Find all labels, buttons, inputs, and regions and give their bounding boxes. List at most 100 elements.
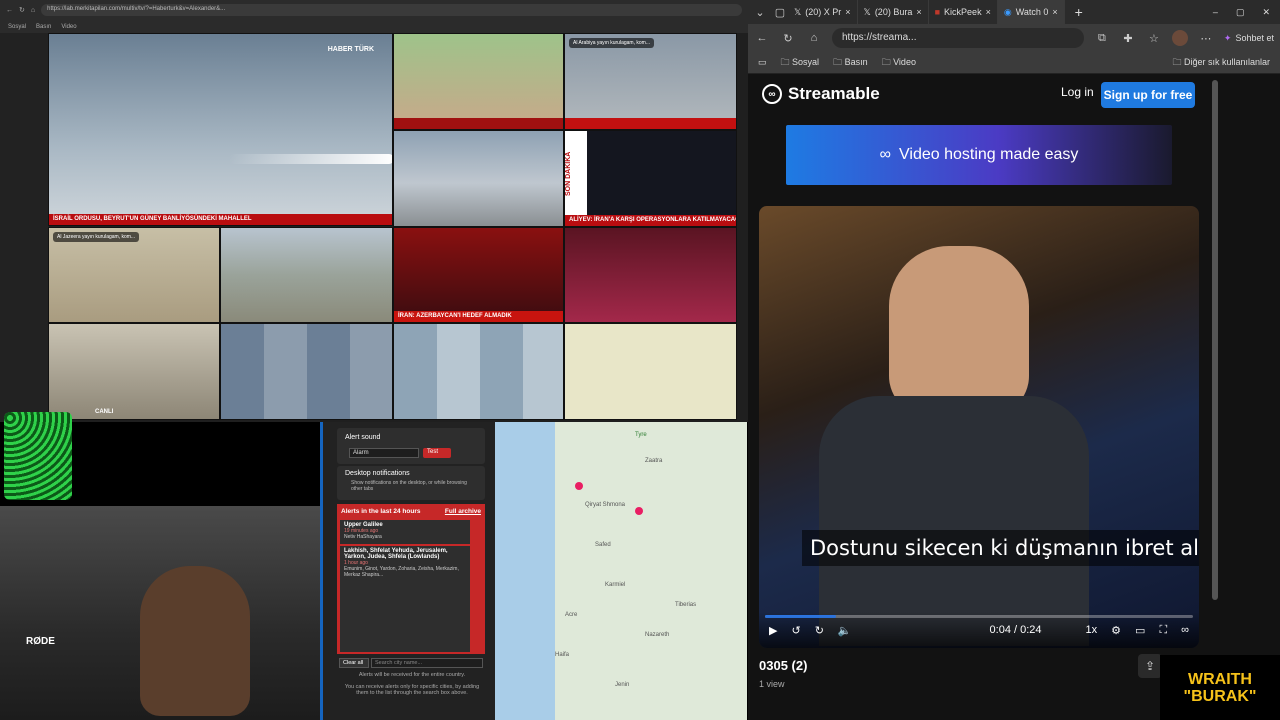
video-player[interactable]: Dostunu sikecen ki düşmanın ibret alsın … — [759, 206, 1199, 648]
signup-button[interactable]: Sign up for free — [1101, 82, 1195, 108]
close-icon[interactable]: × — [1052, 7, 1057, 17]
refresh-icon[interactable]: ↻ — [19, 6, 25, 14]
map-label: Jenin — [615, 682, 630, 688]
view-count: 1 view — [759, 679, 785, 689]
refresh-icon[interactable]: ↻ — [780, 30, 796, 46]
promo-text: Video hosting made easy — [899, 146, 1079, 163]
playback-speed-button[interactable]: 1x — [1086, 624, 1098, 636]
fullscreen-icon[interactable]: ⛶ — [1159, 624, 1167, 637]
promo-banner[interactable]: ∞ Video hosting made easy — [786, 125, 1172, 185]
tv-tile-studio[interactable]: İRAN: AZERBAYCAN'I HEDEF ALMADIK — [393, 227, 564, 323]
map-pin-icon[interactable] — [635, 507, 643, 515]
tab-x-1[interactable]: 𝕏 (20) X Pr × — [788, 0, 858, 24]
map-view[interactable]: Tyre Zaatra Qiryat Shmona Safed Karmiel … — [495, 422, 747, 720]
copilot-chat-button[interactable]: ✦ Sohbet et — [1224, 33, 1274, 44]
other-bookmarks[interactable]: 🗀 Diğer sık kullanılanlar — [1172, 55, 1270, 71]
person-body — [819, 396, 1089, 646]
streamable-logo-icon: ∞ — [762, 84, 782, 104]
tv-tile-alarabiya[interactable]: Al Arabiya yayın kurulagam, kom... — [564, 33, 737, 130]
page-scrollbar[interactable] — [1212, 80, 1218, 600]
reading-list-icon[interactable]: ▭ — [758, 57, 767, 68]
back-icon[interactable]: ← — [754, 30, 770, 46]
extensions-puzzle-icon[interactable]: ✚ — [1120, 30, 1136, 46]
tab-actions-icon[interactable]: ⌄ — [752, 4, 768, 20]
streamable-icon: ◉ — [1003, 6, 1012, 17]
bookmark-video[interactable]: 🗀 Video — [882, 55, 916, 71]
webcam-feed: RØDE — [0, 506, 320, 720]
tv-tile-son-dakika[interactable]: SON DAKİKA ALİYEV: İRAN'A KARŞI OPERASYO… — [564, 130, 737, 227]
chat-button-label: Sohbet et — [1235, 33, 1274, 43]
desktop-notifications-label[interactable]: Desktop notifications — [345, 470, 410, 477]
left-browser-window: ← ↻ ⌂ https://lab.merkitapilan.com/multi… — [0, 0, 748, 422]
streamable-page: ∞ Streamable Log in Sign up for free ∞ V… — [748, 74, 1280, 720]
clear-all-button[interactable]: Clear all — [339, 658, 369, 668]
workspaces-icon[interactable]: ▢ — [772, 4, 788, 20]
bookmark-sosyal[interactable]: 🗀 Sosyal — [781, 55, 820, 71]
video-subtitle: Dostunu sikecen ki düşmanın ibret alsın — [802, 530, 1199, 566]
tv-tile-canli[interactable]: CANLI — [48, 323, 220, 420]
window-close-icon[interactable]: ✕ — [1262, 7, 1270, 18]
tab-kickpeek[interactable]: ■ KickPeek × — [929, 0, 998, 24]
tv-tile-haberturk[interactable]: HABER TÜRK İSRAİL ORDUSU, BEYRUT'UN GÜNE… — [48, 33, 393, 226]
alert-item[interactable]: Lakhish, Shfelat Yehuda, Jerusalem, Yark… — [340, 546, 470, 652]
share-icon[interactable]: ⇪ — [1138, 654, 1162, 678]
tv-tile-4[interactable] — [393, 130, 564, 227]
close-icon[interactable]: × — [845, 7, 850, 17]
left-url-field[interactable]: https://lab.merkitapilan.com/multiv/tv/?… — [41, 4, 742, 16]
new-tab-icon[interactable]: + — [1075, 4, 1083, 20]
alerts-title: Alerts in the last 24 hours — [341, 507, 421, 515]
streamable-promo-icon: ∞ — [879, 146, 891, 163]
rewind-icon[interactable]: ↺ — [791, 624, 800, 637]
alert-sound-label[interactable]: Alert sound — [345, 434, 380, 441]
streamable-small-icon[interactable]: ∞ — [1181, 624, 1189, 636]
sound-select[interactable]: Alarm — [349, 448, 419, 458]
minimize-icon[interactable]: – — [1213, 7, 1218, 18]
address-bar[interactable]: https://streama... — [832, 28, 1084, 48]
bookmark-basin[interactable]: Basın — [36, 24, 51, 30]
tv-tile-multicam-2[interactable] — [393, 323, 564, 420]
tv-tile-2[interactable] — [393, 33, 564, 130]
map-label: Safed — [595, 542, 611, 548]
login-button[interactable]: Log in — [1061, 85, 1094, 99]
tv-tile-6[interactable] — [220, 227, 393, 323]
bookmark-basin[interactable]: 🗀 Basın — [833, 55, 868, 71]
play-icon[interactable]: ▶ — [769, 624, 777, 637]
tab-streamable[interactable]: ◉ Watch 0 × — [997, 0, 1065, 24]
tab-bar: ⌄ ▢ 𝕏 (20) X Pr × 𝕏 (20) Bura × ■ KickPeek × ◉… — [748, 0, 1280, 24]
news-ticker — [394, 118, 563, 129]
settings-gear-icon[interactable]: ⚙ — [1111, 624, 1121, 637]
left-address-bar: ← ↻ ⌂ https://lab.merkitapilan.com/multi… — [0, 0, 748, 20]
bookmark-sosyal[interactable]: Sosyal — [8, 24, 26, 30]
tab-x-2[interactable]: 𝕏 (20) Bura × — [858, 0, 929, 24]
tv-tile-multicam[interactable] — [220, 323, 393, 420]
close-icon[interactable]: × — [916, 7, 921, 17]
map-label: Qiryat Shmona — [585, 502, 626, 508]
home-icon[interactable]: ⌂ — [806, 30, 822, 46]
extension-icon[interactable]: ⧉ — [1094, 30, 1110, 46]
map-pin-icon[interactable] — [575, 482, 583, 490]
theater-mode-icon[interactable]: ▭ — [1135, 624, 1145, 637]
maximize-icon[interactable]: ▢ — [1236, 7, 1245, 18]
streamable-logo[interactable]: ∞ Streamable — [762, 84, 880, 104]
alert-region: Lakhish, Shfelat Yehuda, Jerusalem, Yark… — [344, 548, 448, 560]
full-archive-link[interactable]: Full archive — [445, 508, 481, 515]
tv-tile-8[interactable] — [564, 227, 737, 323]
alert-item[interactable]: Upper Galilee 19 minutes ago Netiv HaSha… — [340, 520, 470, 544]
favorites-icon[interactable]: ☆ — [1146, 30, 1162, 46]
alerts-header: Alerts in the last 24 hours Full archive — [337, 504, 485, 518]
home-icon[interactable]: ⌂ — [31, 7, 35, 14]
close-icon[interactable]: × — [986, 7, 991, 17]
back-icon[interactable]: ← — [6, 7, 13, 14]
tv-tile-flight-map[interactable] — [564, 323, 737, 420]
profile-avatar[interactable] — [1171, 30, 1188, 46]
volume-icon[interactable]: 🔈 — [838, 624, 852, 637]
video-title: 0305 (2) — [759, 658, 808, 673]
city-search-input[interactable]: Search city name... — [371, 658, 483, 668]
bookmark-video[interactable]: Video — [61, 24, 76, 30]
brand-line-2: "BURAK" — [1183, 687, 1257, 705]
green-3d-object — [4, 412, 72, 500]
tv-tile-aljazeera[interactable]: Al Jazeera yayın kurulagam, kom... — [48, 227, 220, 323]
test-button[interactable]: Test — [423, 448, 451, 458]
more-menu-icon[interactable]: ⋯ — [1198, 30, 1214, 46]
forward-icon[interactable]: ↻ — [815, 624, 824, 637]
